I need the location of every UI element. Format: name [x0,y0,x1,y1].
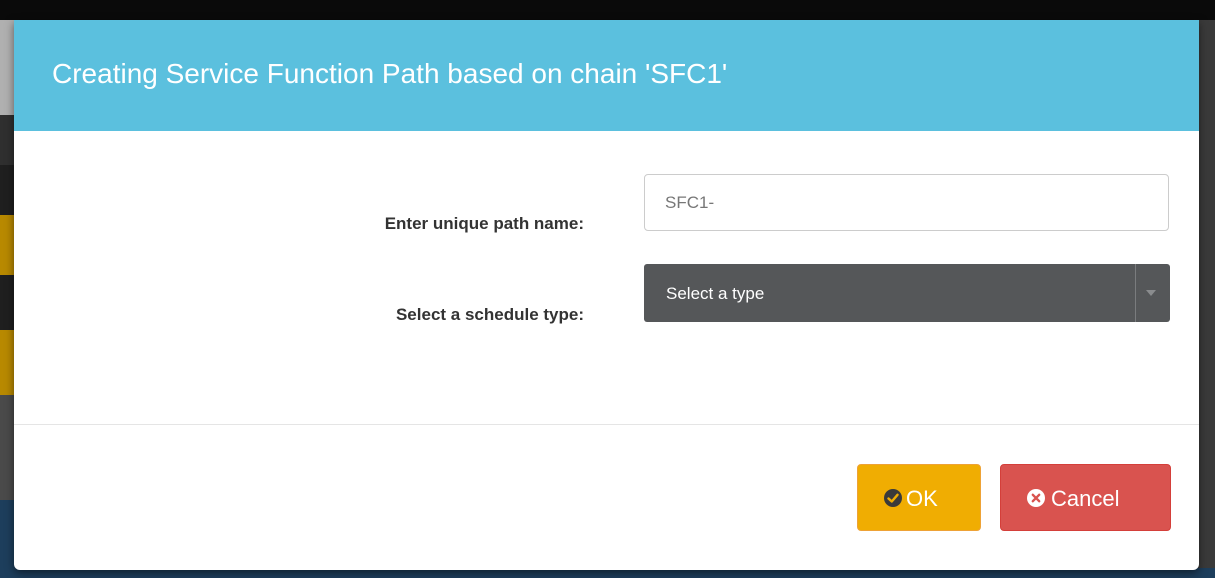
dialog-header: Creating Service Function Path based on … [14,20,1199,131]
ok-button[interactable]: OK [857,464,981,531]
check-circle-icon [884,489,902,507]
times-circle-icon [1027,489,1045,507]
cancel-button-label: Cancel [1051,486,1120,511]
schedule-type-selected-value: Select a type [666,284,765,303]
schedule-type-select[interactable]: Select a type [644,264,1170,322]
dialog-title: Creating Service Function Path based on … [52,58,728,89]
chevron-down-icon[interactable] [1146,290,1156,296]
select-divider [1135,264,1136,322]
cancel-button[interactable]: Cancel [1000,464,1171,531]
backdrop-top-bar [0,0,1215,20]
footer-divider [14,424,1199,425]
create-path-dialog: Creating Service Function Path based on … [14,20,1199,570]
ok-button-label: OK [906,486,938,511]
schedule-type-label: Select a schedule type: [395,305,584,324]
path-name-input[interactable] [644,174,1169,231]
path-name-label: Enter unique path name: [384,214,584,233]
